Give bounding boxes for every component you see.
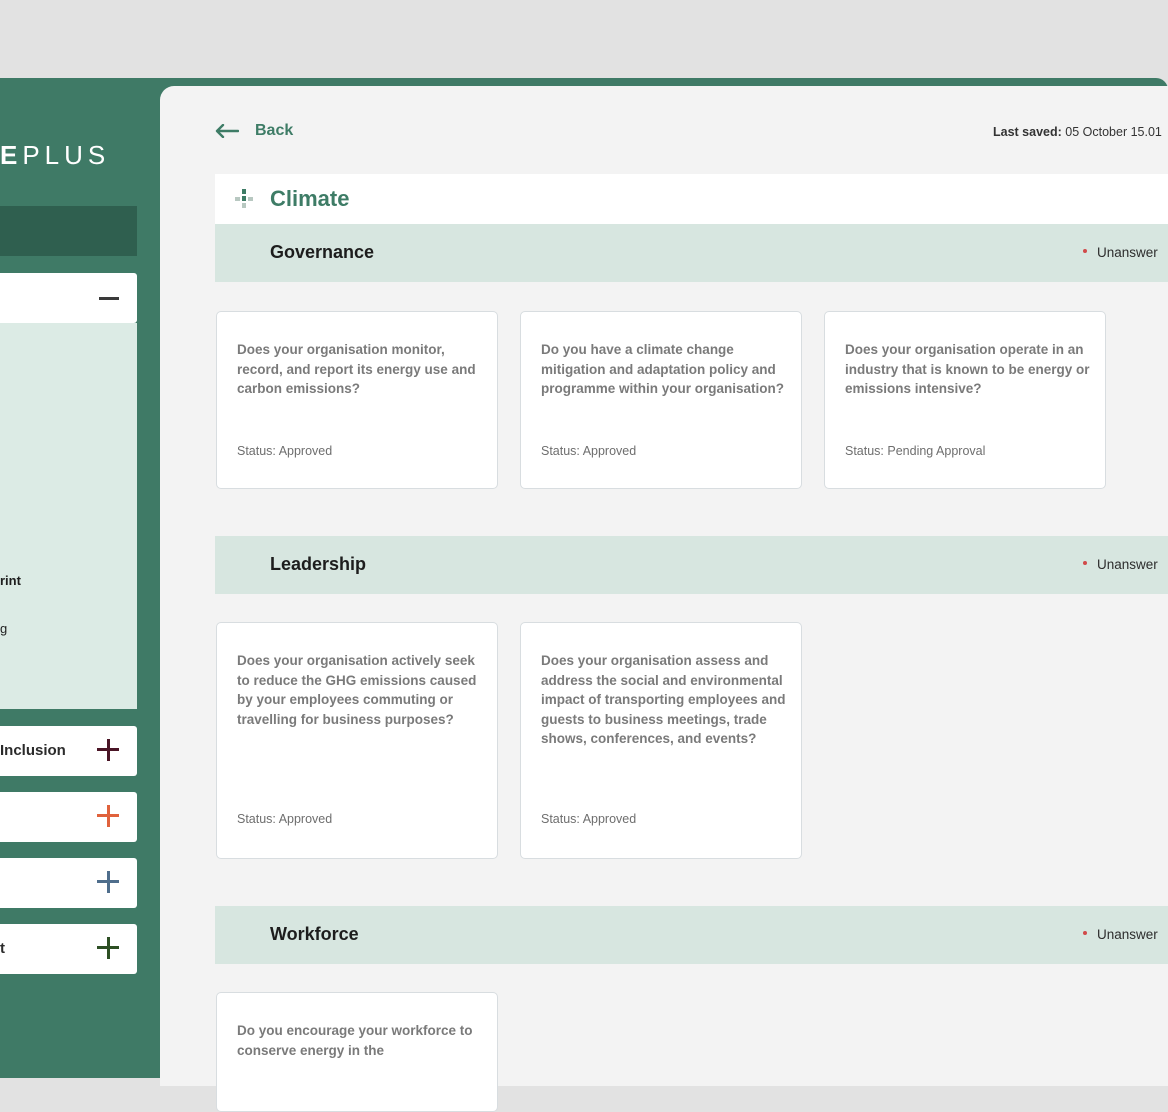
main-panel: Back Last saved: 05 October 15.01 Climat…	[160, 86, 1168, 1112]
section-header-workforce[interactable]: Workforce Unanswer	[215, 906, 1168, 964]
sidebar-subitem[interactable]: rint	[0, 573, 21, 588]
last-saved-value: 05 October 15.01	[1065, 125, 1162, 139]
sidebar-item-4[interactable]: t	[0, 924, 137, 974]
section-title: Leadership	[270, 554, 367, 574]
question-text: Does your organisation monitor, record, …	[237, 342, 476, 396]
collapse-minus-icon[interactable]	[99, 297, 119, 300]
question-status: Status: Pending Approval	[845, 444, 986, 458]
section-status-label: Unanswer	[1097, 927, 1158, 942]
section-header-leadership[interactable]: Leadership Unanswer	[215, 536, 1168, 594]
sidebar-expanded-item[interactable]	[0, 273, 137, 323]
question-card[interactable]: Does your organisation actively seek to …	[216, 622, 498, 859]
section-status: Unanswer	[1083, 245, 1158, 260]
section-status-label: Unanswer	[1097, 245, 1158, 260]
question-text: Do you have a climate change mitigation …	[541, 342, 785, 396]
question-text: Does your organisation assess and addres…	[541, 653, 786, 746]
back-label: Back	[255, 122, 294, 139]
question-status: Status: Approved	[541, 812, 637, 826]
question-text: Does your organisation actively seek to …	[237, 653, 477, 727]
question-text: Do you encourage your workforce to conse…	[237, 1023, 473, 1058]
expand-plus-icon[interactable]	[97, 739, 119, 761]
last-saved: Last saved: 05 October 15.01	[993, 125, 1162, 139]
brand-strong: E	[0, 140, 23, 170]
sidebar-item-label: Inclusion	[0, 742, 66, 759]
sidebar-active-bar[interactable]	[0, 206, 137, 256]
status-dot-icon	[1083, 931, 1087, 936]
question-card[interactable]: Do you have a climate change mitigation …	[520, 311, 802, 489]
section-header-governance[interactable]: Governance Unanswer	[215, 224, 1168, 282]
expand-plus-icon[interactable]	[97, 937, 119, 959]
section-status: Unanswer	[1083, 927, 1158, 942]
expand-plus-icon[interactable]	[97, 871, 119, 893]
brand-logo: EPLUS	[0, 140, 110, 171]
question-status: Status: Approved	[237, 812, 333, 826]
sidebar-item-3[interactable]	[0, 858, 137, 908]
question-card[interactable]: Does your organisation operate in an ind…	[824, 311, 1106, 489]
section-title: Governance	[270, 242, 375, 262]
app-frame: EPLUS rint g Inclusion t Back Last saved…	[0, 78, 1168, 1112]
question-status: Status: Approved	[541, 444, 637, 458]
section-title: Workforce	[270, 924, 359, 944]
arrow-left-icon	[215, 124, 239, 138]
expand-plus-icon[interactable]	[97, 805, 119, 827]
sidebar-item-inclusion[interactable]: Inclusion	[0, 726, 137, 776]
question-card[interactable]: Does your organisation assess and addres…	[520, 622, 802, 859]
sidebar: EPLUS rint g Inclusion t	[0, 78, 160, 1078]
last-saved-label: Last saved:	[993, 125, 1062, 139]
question-card[interactable]: Do you encourage your workforce to conse…	[216, 992, 498, 1112]
status-dot-icon	[1083, 561, 1087, 566]
status-dot-icon	[1083, 249, 1087, 254]
category-title-bar: Climate	[215, 174, 1168, 224]
sidebar-submenu: rint g	[0, 323, 137, 709]
section-status-label: Unanswer	[1097, 557, 1158, 572]
brand-rest: PLUS	[22, 140, 111, 170]
sidebar-item-label: t	[0, 940, 5, 957]
section-status: Unanswer	[1083, 557, 1158, 572]
sidebar-subitem[interactable]: g	[0, 621, 7, 636]
question-status: Status: Approved	[237, 444, 333, 458]
question-text: Does your organisation operate in an ind…	[845, 342, 1090, 396]
sidebar-item-2[interactable]	[0, 792, 137, 842]
page-title: Climate	[270, 186, 350, 211]
back-button[interactable]: Back	[215, 122, 293, 140]
category-icon	[235, 189, 253, 208]
question-card[interactable]: Does your organisation monitor, record, …	[216, 311, 498, 489]
